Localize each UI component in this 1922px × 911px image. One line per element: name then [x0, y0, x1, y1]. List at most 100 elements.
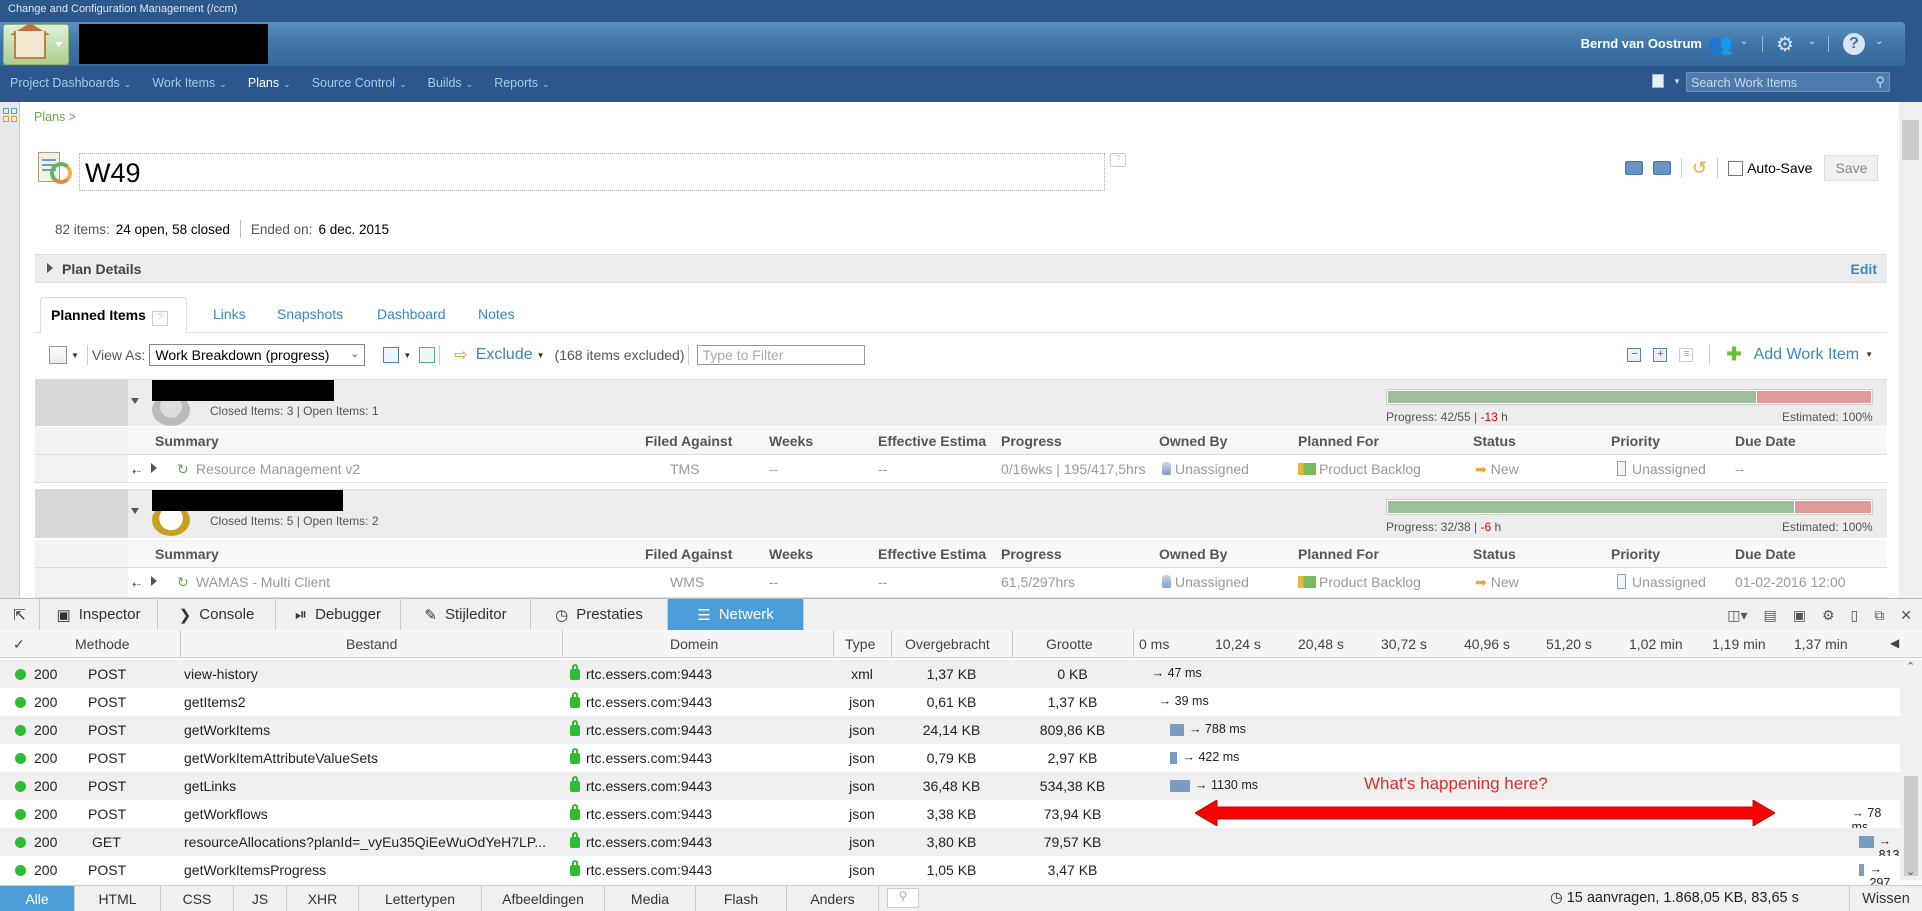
- col-planned-for[interactable]: Planned For: [1298, 433, 1379, 449]
- parent-link-icon[interactable]: ⇠: [132, 465, 141, 478]
- summary[interactable]: WAMAS - Multi Client: [196, 574, 330, 590]
- col-planned-for[interactable]: Planned For: [1298, 546, 1379, 562]
- scroll-up-icon[interactable]: ⌃: [1906, 660, 1915, 673]
- plan-title-input[interactable]: W49: [79, 153, 1105, 191]
- home-button[interactable]: [3, 23, 69, 65]
- priority[interactable]: Unassigned: [1632, 461, 1706, 477]
- collapse-timeline-icon[interactable]: ◀: [1890, 636, 1899, 650]
- scrollbar-thumb[interactable]: [1902, 120, 1919, 160]
- tab-style-editor[interactable]: ✎ Stijleditor: [401, 599, 531, 630]
- plan-details-section[interactable]: Plan Details Edit: [35, 254, 1887, 283]
- clear-button[interactable]: Wissen: [1849, 886, 1922, 911]
- tab-links[interactable]: Links: [213, 306, 246, 322]
- col-status[interactable]: Status: [1473, 433, 1516, 449]
- col-due-date[interactable]: Due Date: [1735, 546, 1796, 562]
- col-effective-estimate[interactable]: Effective Estima: [878, 546, 986, 562]
- expand-icon[interactable]: [151, 463, 157, 473]
- edit-view-icon[interactable]: [383, 347, 400, 363]
- planned-for[interactable]: Product Backlog: [1319, 574, 1421, 590]
- chevron-down-icon[interactable]: ▼: [1865, 350, 1873, 359]
- status[interactable]: New: [1491, 461, 1519, 477]
- network-request-row[interactable]: 200 POST getWorkItemsProgress rtc.essers.co…: [0, 856, 1900, 904]
- summary[interactable]: Resource Management v2: [196, 461, 360, 477]
- tab-dashboard[interactable]: Dashboard: [377, 306, 446, 322]
- priority[interactable]: Unassigned: [1632, 574, 1706, 590]
- expand-icon[interactable]: [47, 263, 53, 273]
- col-domain[interactable]: Domein: [670, 636, 718, 652]
- filter-html[interactable]: HTML: [75, 886, 161, 911]
- breadcrumb[interactable]: Plans >: [34, 110, 76, 124]
- col-status[interactable]: ✓: [13, 636, 25, 653]
- columns-icon[interactable]: [419, 347, 436, 363]
- nav-source-control[interactable]: Source Control ⌄: [302, 70, 418, 98]
- tab-performance[interactable]: ◷ Prestaties: [531, 599, 668, 630]
- col-weeks[interactable]: Weeks: [769, 546, 813, 562]
- col-owned-by[interactable]: Owned By: [1159, 433, 1227, 449]
- autosave-checkbox[interactable]: [1728, 160, 1744, 176]
- autosave-toggle[interactable]: Auto-Save: [1728, 160, 1812, 176]
- search-scope-icon[interactable]: [1652, 74, 1664, 88]
- chevron-down-icon[interactable]: ▼: [1673, 77, 1681, 86]
- col-status[interactable]: Status: [1473, 546, 1516, 562]
- col-weeks[interactable]: Weeks: [769, 433, 813, 449]
- col-progress[interactable]: Progress: [1001, 546, 1062, 562]
- user-name[interactable]: Bernd van Oostrum: [1581, 36, 1702, 51]
- split-console-icon[interactable]: ▤: [1764, 607, 1777, 624]
- nav-project-dashboards[interactable]: Project Dashboards ⌄: [0, 70, 142, 98]
- status[interactable]: New: [1491, 574, 1519, 590]
- work-item-row[interactable]: ⇠ ↻ WAMAS - Multi Client WMS -- -- 61,5/…: [35, 568, 1887, 598]
- gear-icon[interactable]: ⚙: [1776, 32, 1794, 57]
- network-scrollbar[interactable]: ⌃ ⌄: [1900, 660, 1922, 880]
- refresh-icon[interactable]: ↺: [1692, 158, 1707, 179]
- network-request-row[interactable]: 200 GET resourceAllocations?planId=_vyEu35…: [0, 828, 1900, 876]
- plan-details-label[interactable]: Plan Details: [62, 261, 141, 277]
- search-input[interactable]: Search Work Items ⚲: [1686, 72, 1890, 92]
- col-transferred[interactable]: Overgebracht: [905, 636, 990, 652]
- help-icon[interactable]: ?: [151, 311, 168, 326]
- network-request-row[interactable]: 200 POST getLinks rtc.essers.com:9443 json 36…: [0, 772, 1900, 800]
- team-icon[interactable]: 👥: [1708, 32, 1733, 57]
- responsive-mode-icon[interactable]: ▣: [1793, 607, 1806, 624]
- work-item-row[interactable]: ⇠ ↻ Resource Management v2 TMS -- -- 0/1…: [35, 455, 1887, 483]
- tab-network[interactable]: ☰ Netwerk: [668, 599, 804, 630]
- scrollbar-thumb[interactable]: [1904, 776, 1918, 876]
- add-icon[interactable]: ✚: [1726, 344, 1741, 365]
- edit-link[interactable]: Edit: [1851, 261, 1877, 277]
- filter-images[interactable]: Afbeeldingen: [482, 886, 605, 911]
- dock-side-icon[interactable]: ▯: [1851, 607, 1859, 624]
- network-request-row[interactable]: 200 POST getWorkItemAttributeValueSets rtc.…: [0, 744, 1900, 772]
- col-filed-against[interactable]: Filed Against: [645, 546, 732, 562]
- exclude-icon[interactable]: ⇨: [454, 345, 467, 365]
- network-request-row[interactable]: 200 POST getItems2 rtc.essers.com:9443 json 0…: [0, 688, 1900, 716]
- close-icon[interactable]: ✕: [1900, 607, 1912, 624]
- filter-fonts[interactable]: Lettertypen: [359, 886, 482, 911]
- undock-icon[interactable]: ⧉: [1874, 607, 1884, 624]
- tab-debugger[interactable]: ⏯ Debugger: [276, 599, 401, 630]
- tab-notes[interactable]: Notes: [478, 306, 515, 322]
- planned-for[interactable]: Product Backlog: [1319, 461, 1421, 477]
- network-request-row[interactable]: 200 POST getWorkItems rtc.essers.com:9443 js…: [0, 716, 1900, 744]
- filter-flash[interactable]: Flash: [696, 886, 787, 911]
- col-file[interactable]: Bestand: [346, 636, 397, 652]
- tab-console[interactable]: ❯ Console: [158, 599, 276, 630]
- collapse-icon[interactable]: [131, 398, 139, 404]
- tab-planned-items[interactable]: Planned Items?: [40, 297, 187, 334]
- col-effective-estimate[interactable]: Effective Estima: [878, 433, 986, 449]
- settings-icon[interactable]: ⚙: [1822, 607, 1835, 624]
- col-type[interactable]: Type: [845, 636, 875, 652]
- filter-xhr[interactable]: XHR: [287, 886, 359, 911]
- dock-options-icon[interactable]: ◫▾: [1727, 607, 1747, 624]
- col-summary[interactable]: Summary: [155, 433, 219, 449]
- col-size[interactable]: Grootte: [1046, 636, 1093, 652]
- exclude-button[interactable]: Exclude: [476, 346, 533, 364]
- element-picker-icon[interactable]: ⇱: [0, 599, 40, 630]
- search-icon[interactable]: ⚲: [1875, 74, 1885, 90]
- collapse-icon[interactable]: [131, 508, 139, 514]
- col-progress[interactable]: Progress: [1001, 433, 1062, 449]
- tab-inspector[interactable]: ▣ Inspector: [40, 599, 158, 630]
- nav-reports[interactable]: Reports ⌄: [484, 70, 560, 98]
- snapshot-icon[interactable]: [1653, 161, 1671, 175]
- parent-link-icon[interactable]: ⇠: [132, 578, 141, 591]
- col-summary[interactable]: Summary: [155, 546, 219, 562]
- chevron-down-icon[interactable]: ▼: [403, 351, 411, 360]
